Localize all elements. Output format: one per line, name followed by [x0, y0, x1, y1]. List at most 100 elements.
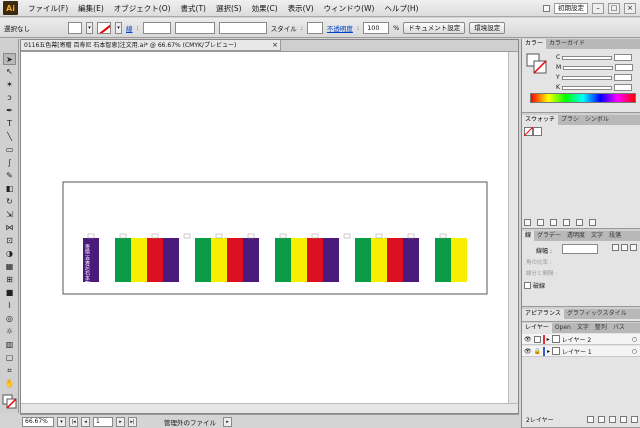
type-tool-icon[interactable]: T [3, 118, 16, 130]
tab-paragraph[interactable]: 段落 [606, 231, 624, 241]
rotate-tool-icon[interactable]: ↻ [3, 196, 16, 208]
width-tool-icon[interactable]: ⋈ [3, 222, 16, 234]
slice-tool-icon[interactable]: ⌗ [3, 365, 16, 377]
tab-gradient[interactable]: グラデー [534, 231, 564, 241]
tab-graphic-styles[interactable]: グラフィックスタイル [564, 309, 630, 319]
slider-y[interactable]: Y [556, 73, 638, 82]
canvas[interactable]: 寄贈 百寿尼石本智恵 [21, 52, 509, 404]
status-menu-icon[interactable]: ▸ [223, 416, 232, 427]
stroke-label[interactable]: 線 [126, 23, 133, 33]
menu-file[interactable]: ファイル(F) [23, 0, 73, 17]
target-circle-icon[interactable]: ○ [632, 336, 637, 343]
swatch-options-icon[interactable] [550, 219, 557, 226]
color-spectrum[interactable] [530, 93, 636, 103]
eyedropper-tool-icon[interactable]: ⌇ [3, 300, 16, 312]
tab-stroke[interactable]: 線 [522, 231, 535, 241]
swatch-library-icon[interactable] [524, 219, 531, 226]
document-setup-button[interactable]: ドキュメント設定 [403, 21, 466, 34]
layer-name[interactable]: レイヤー 2 [562, 335, 592, 344]
round-cap-icon[interactable] [621, 244, 628, 251]
workspace-switcher[interactable]: 初期設定 [554, 2, 588, 14]
opacity-label[interactable]: 不透明度 [327, 23, 353, 33]
delete-swatch-icon[interactable] [589, 219, 596, 226]
hand-tool-icon[interactable]: ✋ [3, 378, 16, 390]
show-kinds-icon[interactable] [537, 219, 544, 226]
slider-m[interactable]: M [556, 63, 638, 72]
vertical-scrollbar[interactable] [508, 52, 518, 404]
tab-layers[interactable]: レイヤー [522, 323, 552, 333]
tab-type[interactable]: 文字 [574, 323, 592, 333]
butt-cap-icon[interactable] [612, 244, 619, 251]
visibility-eye-icon[interactable]: 👁 [524, 348, 532, 355]
opacity-field[interactable]: 100 [363, 21, 390, 34]
line-tool-icon[interactable]: ╲ [3, 131, 16, 143]
tab-character[interactable]: 文字 [588, 231, 606, 241]
minimize-button[interactable]: – [592, 2, 604, 14]
zoom-field[interactable]: 66.67% [22, 416, 54, 427]
layer-row[interactable]: 👁 ▸ レイヤー 2 ○ [522, 334, 640, 345]
slider-k[interactable]: K [556, 83, 638, 92]
preferences-button[interactable]: 環境設定 [469, 21, 506, 34]
next-page-icon[interactable]: ▸ [116, 416, 125, 427]
tab-symbols[interactable]: シンボル [582, 115, 612, 125]
tab-pathfinder[interactable]: パス [610, 323, 628, 333]
blend-tool-icon[interactable]: ◎ [3, 313, 16, 325]
menu-edit[interactable]: 編集(E) [73, 0, 109, 17]
delete-layer-icon[interactable] [631, 416, 638, 423]
first-page-icon[interactable]: |◂ [69, 416, 78, 427]
tab-color[interactable]: カラー [522, 39, 547, 49]
paintbrush-tool-icon[interactable]: ∫ [3, 157, 16, 169]
expand-triangle-icon[interactable]: ▸ [547, 336, 550, 343]
tab-color-guide[interactable]: カラーガイド [546, 39, 588, 49]
new-layer-icon[interactable] [620, 416, 627, 423]
clipping-mask-icon[interactable] [598, 416, 605, 423]
tab-brushes[interactable]: ブラシ [558, 115, 582, 125]
slider-c[interactable]: C [556, 53, 638, 62]
menu-type[interactable]: 書式(T) [176, 0, 211, 17]
style-field[interactable] [306, 21, 323, 34]
new-color-group-icon[interactable] [563, 219, 570, 226]
artboard-tool-icon[interactable]: ▢ [3, 352, 16, 364]
shape-builder-tool-icon[interactable]: ◑ [3, 248, 16, 260]
direct-selection-tool-icon[interactable]: ↖ [3, 66, 16, 78]
new-sublayer-icon[interactable] [609, 416, 616, 423]
maximize-button[interactable]: □ [608, 2, 620, 14]
tab-open[interactable]: Open [552, 323, 574, 333]
layer-name[interactable]: レイヤー 1 [562, 347, 592, 356]
stroke-swatch[interactable] [97, 21, 111, 34]
fill-swatch[interactable] [68, 21, 82, 34]
target-circle-icon[interactable]: ○ [632, 348, 637, 355]
close-tab-icon[interactable]: × [272, 40, 278, 50]
menu-view[interactable]: 表示(V) [283, 0, 319, 17]
layer-row[interactable]: 👁 🔒 ▸ レイヤー 1 ○ [522, 346, 640, 357]
menu-object[interactable]: オブジェクト(O) [109, 0, 176, 17]
document-tab[interactable]: 0116五色幕[寄贈 百寿尼 石本智恵]注文用.ai* @ 66.67% (CM… [21, 40, 281, 51]
stroke-dropdown[interactable]: ▾ [115, 21, 122, 34]
page-field[interactable]: 1 [93, 416, 113, 427]
mesh-tool-icon[interactable]: ⊞ [3, 274, 16, 286]
visibility-eye-icon[interactable]: 👁 [524, 336, 532, 343]
stroke-weight-field[interactable] [142, 21, 171, 34]
fill-dropdown[interactable]: ▾ [86, 21, 93, 34]
lasso-tool-icon[interactable]: ↄ [3, 92, 16, 104]
locate-object-icon[interactable] [587, 416, 594, 423]
stroke-weight-input[interactable] [562, 244, 598, 254]
menu-effect[interactable]: 効果(C) [247, 0, 283, 17]
magic-wand-tool-icon[interactable]: ✶ [3, 79, 16, 91]
pen-tool-icon[interactable]: ✒ [3, 105, 16, 117]
rectangle-tool-icon[interactable]: ▭ [3, 144, 16, 156]
zoom-dropdown[interactable]: ▾ [57, 416, 66, 427]
tab-appearance[interactable]: アピアランス [522, 309, 564, 319]
variable-width-field[interactable] [174, 21, 215, 34]
tab-align[interactable]: 整列 [592, 323, 610, 333]
none-swatch-icon[interactable] [524, 127, 542, 136]
close-button[interactable]: × [624, 2, 636, 14]
menu-window[interactable]: ウィンドウ(W) [319, 0, 380, 17]
tab-swatches[interactable]: スウォッチ [522, 115, 559, 125]
graph-tool-icon[interactable]: ▥ [3, 339, 16, 351]
dashed-line-checkbox[interactable] [524, 282, 531, 289]
symbol-sprayer-tool-icon[interactable]: ☼ [3, 326, 16, 338]
new-swatch-icon[interactable] [576, 219, 583, 226]
expand-triangle-icon[interactable]: ▸ [547, 348, 550, 355]
brush-field[interactable] [218, 21, 267, 34]
